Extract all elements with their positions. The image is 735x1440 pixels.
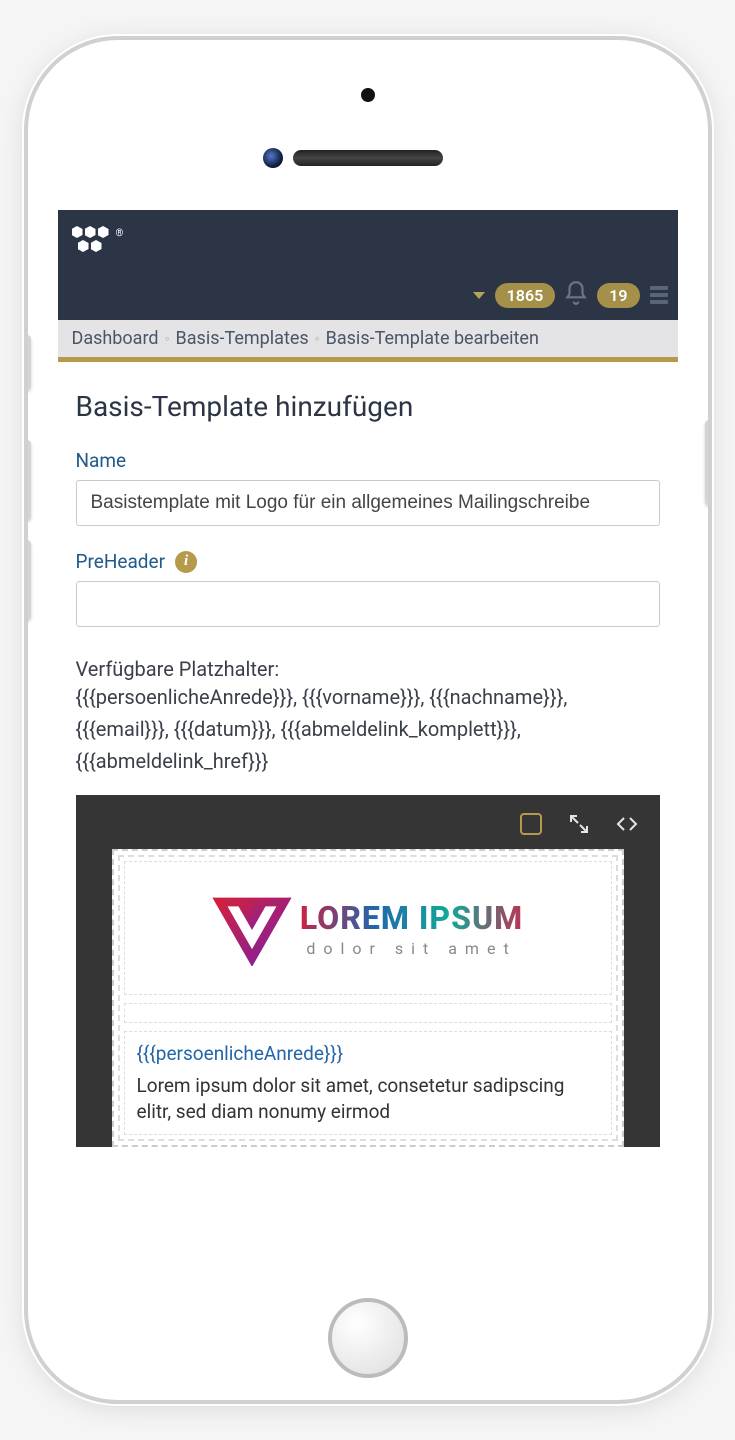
phone-sensor: [361, 88, 375, 102]
editor-outline-button[interactable]: [516, 809, 546, 839]
template-salutation-placeholder: {{{persoenlicheAnrede}}}: [137, 1042, 599, 1065]
breadcrumb-current: Basis-Template bearbeiten: [326, 328, 539, 349]
app-header: ® 1865 19: [58, 210, 678, 320]
mute-switch: [28, 335, 31, 390]
template-body-text: Lorem ipsum dolor sit amet, consetetur s…: [137, 1074, 565, 1123]
app-logo-icon[interactable]: ®: [72, 226, 112, 258]
breadcrumb-separator: ◦: [165, 330, 170, 347]
breadcrumb-separator: ◦: [315, 330, 320, 347]
editor-canvas[interactable]: LOREM IPSUM dolor sit amet {{{persoenlic…: [112, 849, 624, 1147]
volume-up: [28, 440, 31, 520]
template-logo-title: LOREM IPSUM: [300, 899, 523, 937]
placeholders-label: Verfügbare Platzhalter:: [76, 657, 660, 681]
template-spacer-block[interactable]: [124, 1003, 612, 1023]
name-label-text: Name: [76, 449, 127, 472]
name-input[interactable]: [76, 480, 660, 526]
editor-code-button[interactable]: [612, 809, 642, 839]
bell-icon[interactable]: [563, 280, 589, 310]
content-area: Basis-Template hinzufügen Name PreHeader…: [58, 362, 678, 1280]
preheader-label-text: PreHeader: [76, 550, 166, 573]
editor-toolbar: [88, 805, 648, 849]
expand-icon: [567, 812, 591, 836]
preheader-label: PreHeader i: [76, 550, 660, 573]
editor-fullscreen-button[interactable]: [564, 809, 594, 839]
stack-icon[interactable]: [650, 286, 668, 304]
breadcrumb-dashboard[interactable]: Dashboard: [72, 328, 159, 349]
template-logo-block[interactable]: LOREM IPSUM dolor sit amet: [124, 861, 612, 995]
code-icon: [615, 812, 639, 836]
placeholders-list: {{{persoenlicheAnrede}}}, {{{vorname}}},…: [76, 681, 660, 777]
secondary-count-badge[interactable]: 19: [597, 283, 639, 308]
power-button: [705, 420, 708, 505]
template-logo-icon: [212, 886, 292, 970]
info-icon[interactable]: i: [175, 551, 197, 573]
template-logo-subtitle: dolor sit amet: [300, 939, 523, 958]
home-button[interactable]: [328, 1298, 408, 1378]
breadcrumb: Dashboard ◦ Basis-Templates ◦ Basis-Temp…: [58, 320, 678, 357]
phone-top: [28, 40, 708, 210]
phone-frame: ® 1865 19 Dashboard ◦ Basis-Templates ◦ …: [28, 40, 708, 1400]
screen: ® 1865 19 Dashboard ◦ Basis-Templates ◦ …: [58, 210, 678, 1280]
notification-count-badge[interactable]: 1865: [495, 283, 556, 308]
dropdown-caret-icon[interactable]: [473, 292, 485, 299]
editor-frame: LOREM IPSUM dolor sit amet {{{persoenlic…: [76, 795, 660, 1147]
phone-speaker: [293, 150, 443, 166]
template-content-block[interactable]: {{{persoenlicheAnrede}}} Lorem ipsum dol…: [124, 1031, 612, 1135]
name-label: Name: [76, 449, 660, 472]
preheader-input[interactable]: [76, 581, 660, 627]
breadcrumb-basis-templates[interactable]: Basis-Templates: [176, 328, 309, 349]
phone-camera: [263, 148, 283, 168]
page-title: Basis-Template hinzufügen: [76, 390, 660, 423]
square-icon: [520, 813, 542, 835]
volume-down: [28, 540, 31, 620]
